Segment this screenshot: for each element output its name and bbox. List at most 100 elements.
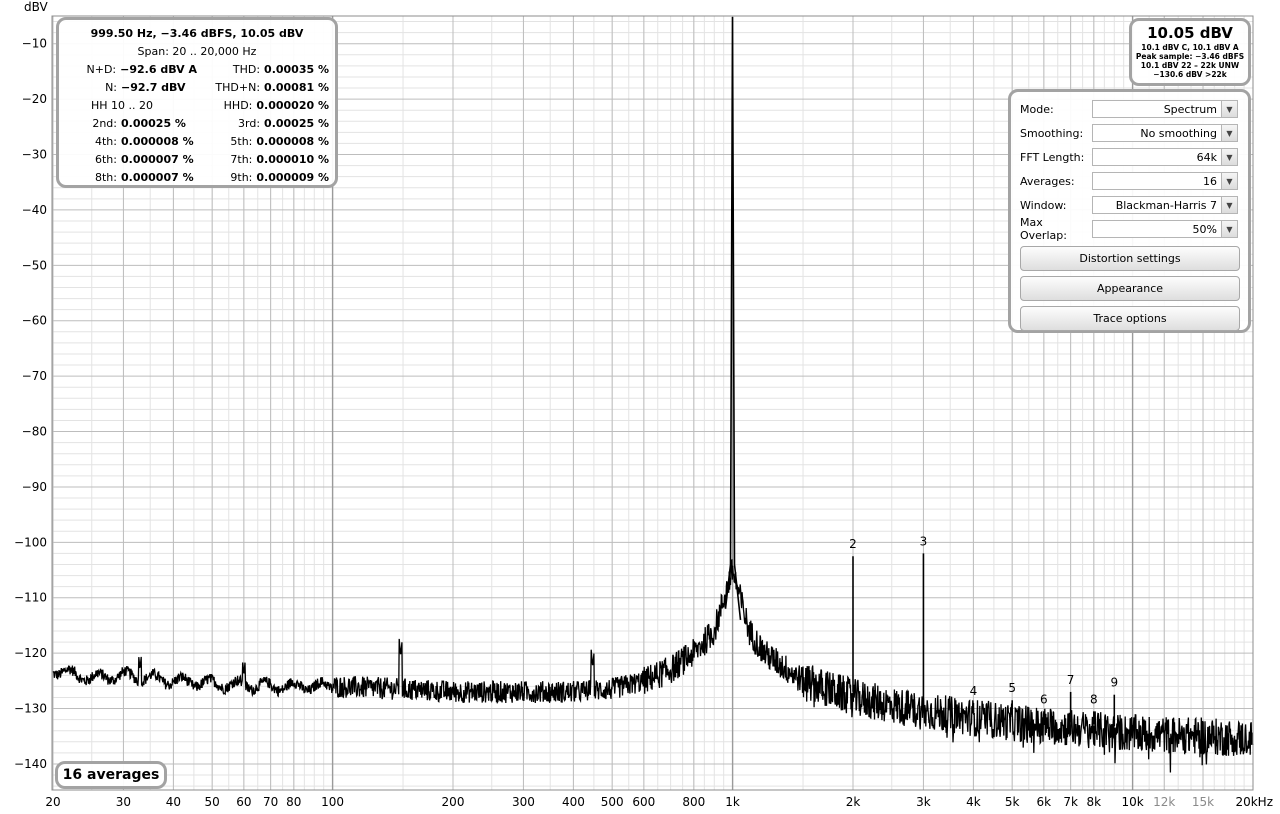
- readout-label: 8th:: [95, 171, 117, 184]
- readout-cell: 7th: 0.000010 %: [197, 151, 329, 169]
- readout-cell: 4th: 0.000008 %: [65, 133, 197, 151]
- distortion-readout: 999.50 Hz, −3.46 dBFS, 10.05 dBV Span: 2…: [56, 17, 338, 188]
- x-tick-label: 1k: [725, 795, 740, 809]
- readout-cell: 8th: 0.000007 %: [65, 169, 197, 187]
- window-value: Blackman-Harris 7: [1115, 198, 1217, 212]
- level-line-3: 10.1 dBV 22 – 22k UNW: [1140, 61, 1240, 70]
- averages-select[interactable]: 16 ▼: [1092, 172, 1238, 190]
- x-tick-label: 300: [512, 795, 535, 809]
- y-tick-label: −10: [22, 37, 47, 51]
- readout-cell: HHD: 0.000020 %: [197, 97, 329, 115]
- x-tick-label: 70: [263, 795, 278, 809]
- averages-value: 16: [1203, 174, 1217, 188]
- readout-label: N+D:: [86, 63, 117, 76]
- level-main: 10.05 dBV: [1147, 24, 1233, 42]
- x-tick-label: 100: [321, 795, 344, 809]
- y-tick-labels: −10 −20 −30 −40 −50 −60 −70 −80 −90 −100 −110 −120 −…: [14, 37, 47, 771]
- x-tick-label: 7k: [1063, 795, 1078, 809]
- readout-value: 0.000007 %: [121, 153, 194, 166]
- chevron-down-icon: ▼: [1221, 125, 1237, 141]
- x-tick-label: 30: [116, 795, 131, 809]
- mode-label: Mode:: [1020, 102, 1054, 116]
- harmonic-label: 4: [970, 684, 978, 698]
- readout-label: 7th:: [230, 153, 253, 166]
- max-overlap-select[interactable]: 50% ▼: [1092, 220, 1238, 238]
- readout-cell: THD+N: 0.00081 %: [197, 79, 329, 97]
- trace-options-button[interactable]: Trace options: [1020, 306, 1240, 331]
- x-tick-label: 500: [601, 795, 624, 809]
- fft-length-select[interactable]: 64k ▼: [1092, 148, 1238, 166]
- x-tick-label: 600: [632, 795, 655, 809]
- mode-row: Mode: Spectrum ▼: [1020, 97, 1239, 121]
- fft-length-row: FFT Length: 64k ▼: [1020, 145, 1239, 169]
- harmonic-label: 6: [1040, 692, 1048, 706]
- harmonic-label: 8: [1090, 692, 1098, 706]
- readout-row: 8th: 0.000007 % 9th: 0.000009 %: [65, 169, 329, 187]
- averages-row: Averages: 16 ▼: [1020, 169, 1239, 193]
- readout-label: 2nd:: [92, 117, 117, 130]
- averages-label: Averages:: [1020, 174, 1075, 188]
- y-tick-label: −40: [22, 203, 47, 217]
- x-tick-label: 60: [236, 795, 251, 809]
- x-tick-label: 3k: [916, 795, 931, 809]
- chevron-down-icon: ▼: [1221, 197, 1237, 213]
- x-tick-label: 10k: [1121, 795, 1143, 809]
- y-tick-label: −50: [22, 258, 47, 272]
- readout-cell: 9th: 0.000009 %: [197, 169, 329, 187]
- readout-value: 0.00025 %: [121, 117, 186, 130]
- distortion-settings-button[interactable]: Distortion settings: [1020, 246, 1240, 271]
- max-overlap-value: 50%: [1192, 222, 1217, 236]
- harmonic-label: 5: [1008, 681, 1016, 695]
- readout-value: 0.00025 %: [264, 117, 329, 130]
- readout-label: 6th:: [95, 153, 117, 166]
- level-meter: 10.05 dBV 10.1 dBV C, 10.1 dBV A Peak sa…: [1129, 18, 1251, 86]
- x-tick-label: 20kHz: [1235, 795, 1273, 809]
- x-tick-label: 15k: [1192, 795, 1214, 809]
- readout-label: N:: [105, 81, 117, 94]
- mode-value: Spectrum: [1163, 102, 1217, 116]
- mode-select[interactable]: Spectrum ▼: [1092, 100, 1238, 118]
- readout-cell: 2nd: 0.00025 %: [65, 115, 197, 133]
- readout-header: 999.50 Hz, −3.46 dBFS, 10.05 dBV: [90, 27, 304, 40]
- readout-value: 0.000007 %: [121, 171, 194, 184]
- level-line-1: 10.1 dBV C, 10.1 dBV A: [1141, 43, 1239, 52]
- x-tick-label: 40: [166, 795, 181, 809]
- window-select[interactable]: Blackman-Harris 7 ▼: [1092, 196, 1238, 214]
- y-tick-label: −30: [22, 148, 47, 162]
- readout-value: 0.000008 %: [256, 135, 329, 148]
- readout-value: 0.000009 %: [256, 171, 329, 184]
- x-tick-label: 2k: [846, 795, 861, 809]
- smoothing-label: Smoothing:: [1020, 126, 1084, 140]
- readout-value: 0.00081 %: [264, 81, 329, 94]
- readout-cell: THD: 0.00035 %: [197, 61, 329, 79]
- fft-length-value: 64k: [1196, 150, 1217, 164]
- readout-cell: 5th: 0.000008 %: [197, 133, 329, 151]
- harmonic-label: 9: [1110, 676, 1118, 690]
- x-tick-label: 200: [442, 795, 465, 809]
- x-tick-label: 80: [286, 795, 301, 809]
- x-tick-label: 6k: [1037, 795, 1052, 809]
- readout-cell: HH 10 .. 20: [65, 97, 197, 115]
- x-tick-label: 4k: [966, 795, 981, 809]
- y-tick-label: −70: [22, 369, 47, 383]
- readout-label: HH 10 .. 20: [91, 99, 154, 112]
- appearance-button[interactable]: Appearance: [1020, 276, 1240, 301]
- readout-label: 5th:: [230, 135, 253, 148]
- smoothing-select[interactable]: No smoothing ▼: [1092, 124, 1238, 142]
- y-tick-label: −130: [14, 702, 47, 716]
- readout-row: N: −92.7 dBV THD+N: 0.00081 %: [65, 79, 329, 97]
- control-panel: Mode: Spectrum ▼ Smoothing: No smoothing…: [1008, 89, 1251, 333]
- readout-row: 2nd: 0.00025 % 3rd: 0.00025 %: [65, 115, 329, 133]
- readout-label: 9th:: [230, 171, 253, 184]
- max-overlap-row: Max Overlap: 50% ▼: [1020, 216, 1239, 242]
- readout-span: Span: 20 .. 20,000 Hz: [137, 45, 257, 58]
- readout-label: THD:: [232, 63, 261, 76]
- chevron-down-icon: ▼: [1221, 101, 1237, 117]
- x-tick-labels: 20 30 40 50 60 70 80 100 200 300 400 500 600 800 1k 2k 3…: [45, 795, 1273, 809]
- readout-rows: N+D: −92.6 dBV A THD: 0.00035 % N: −92.7 dBV T…: [65, 61, 329, 187]
- readout-value: 0.000020 %: [256, 99, 329, 112]
- y-tick-label: −60: [22, 314, 47, 328]
- x-tick-label: 400: [562, 795, 585, 809]
- y-tick-label: −140: [14, 757, 47, 771]
- chevron-down-icon: ▼: [1221, 173, 1237, 189]
